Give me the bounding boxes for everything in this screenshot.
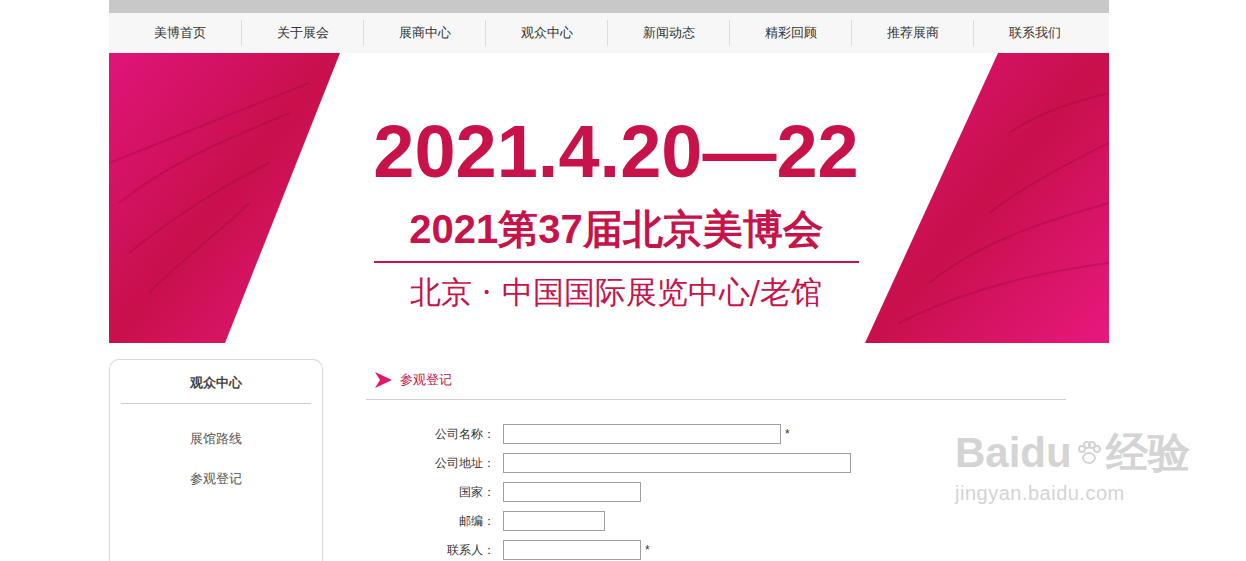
nav-item[interactable]: 关于展会 [241,20,363,46]
nav-item[interactable]: 推荐展商 [851,20,973,46]
watermark-url: jingyan.baidu.com [955,482,1125,505]
top-bar [109,0,1109,13]
field-label: 公司名称： [366,426,503,443]
watermark-suffix: 经验 [1106,432,1190,474]
nav-item[interactable]: 精彩回顾 [729,20,851,46]
nav-item[interactable]: 美博首页 [119,20,241,46]
field-label: 联系人： [366,542,503,559]
sidebar-item[interactable]: 展馆路线 [190,430,242,448]
text-field[interactable] [503,511,605,531]
banner-date: 2021.4.20—22 [373,115,859,189]
arrow-icon [375,372,392,388]
paw-icon [1076,440,1102,466]
sidebar: 观众中心展馆路线参观登记 [109,359,323,561]
watermark-brand: Baidu 经验 [955,432,1190,474]
required-mark: * [785,427,790,441]
page: 美博首页关于展会展商中心观众中心新闻动态精彩回顾推荐展商联系我们2021.4.2… [109,0,1109,561]
banner-venue: 北京 · 中国国际展览中心/老馆 [410,275,822,309]
watermark-name: Baidu [955,432,1072,474]
text-field[interactable] [503,424,781,444]
sidebar-list: 展馆路线参观登记 [110,404,322,488]
form-row: 邮编： [366,511,1066,531]
nav-item[interactable]: 观众中心 [485,20,607,46]
text-field[interactable] [503,453,851,473]
banner-text: 2021.4.20—22 2021第37届北京美博会北京 · 中国国际展览中心/老… [373,53,859,343]
nav-item[interactable]: 新闻动态 [607,20,729,46]
nav-item[interactable]: 联系我们 [973,20,1095,46]
nav-item[interactable]: 展商中心 [363,20,485,46]
required-mark: * [645,543,650,557]
banner-title: 2021第37届北京美博会 [409,207,822,251]
section-title: 参观登记 [400,371,452,389]
banner-divider [374,261,859,263]
section-header: 参观登记 [366,359,1066,400]
field-label: 国家： [366,484,503,501]
watermark: Baidu 经验 jingyan.baidu.com [955,432,1190,505]
registration-form: 公司名称： * 公司地址： 国家： 邮编： 联系人： * [366,400,1066,560]
banner: 2021.4.20—22 2021第37届北京美博会北京 · 中国国际展览中心/老… [109,53,1109,343]
sidebar-title: 观众中心 [121,360,311,404]
field-label: 公司地址： [366,455,503,472]
text-field[interactable] [503,540,641,560]
field-label: 邮编： [366,513,503,530]
nav-bar: 美博首页关于展会展商中心观众中心新闻动态精彩回顾推荐展商联系我们 [109,13,1109,53]
sidebar-item[interactable]: 参观登记 [190,470,242,488]
text-field[interactable] [503,482,641,502]
form-row: 联系人： * [366,540,1066,560]
